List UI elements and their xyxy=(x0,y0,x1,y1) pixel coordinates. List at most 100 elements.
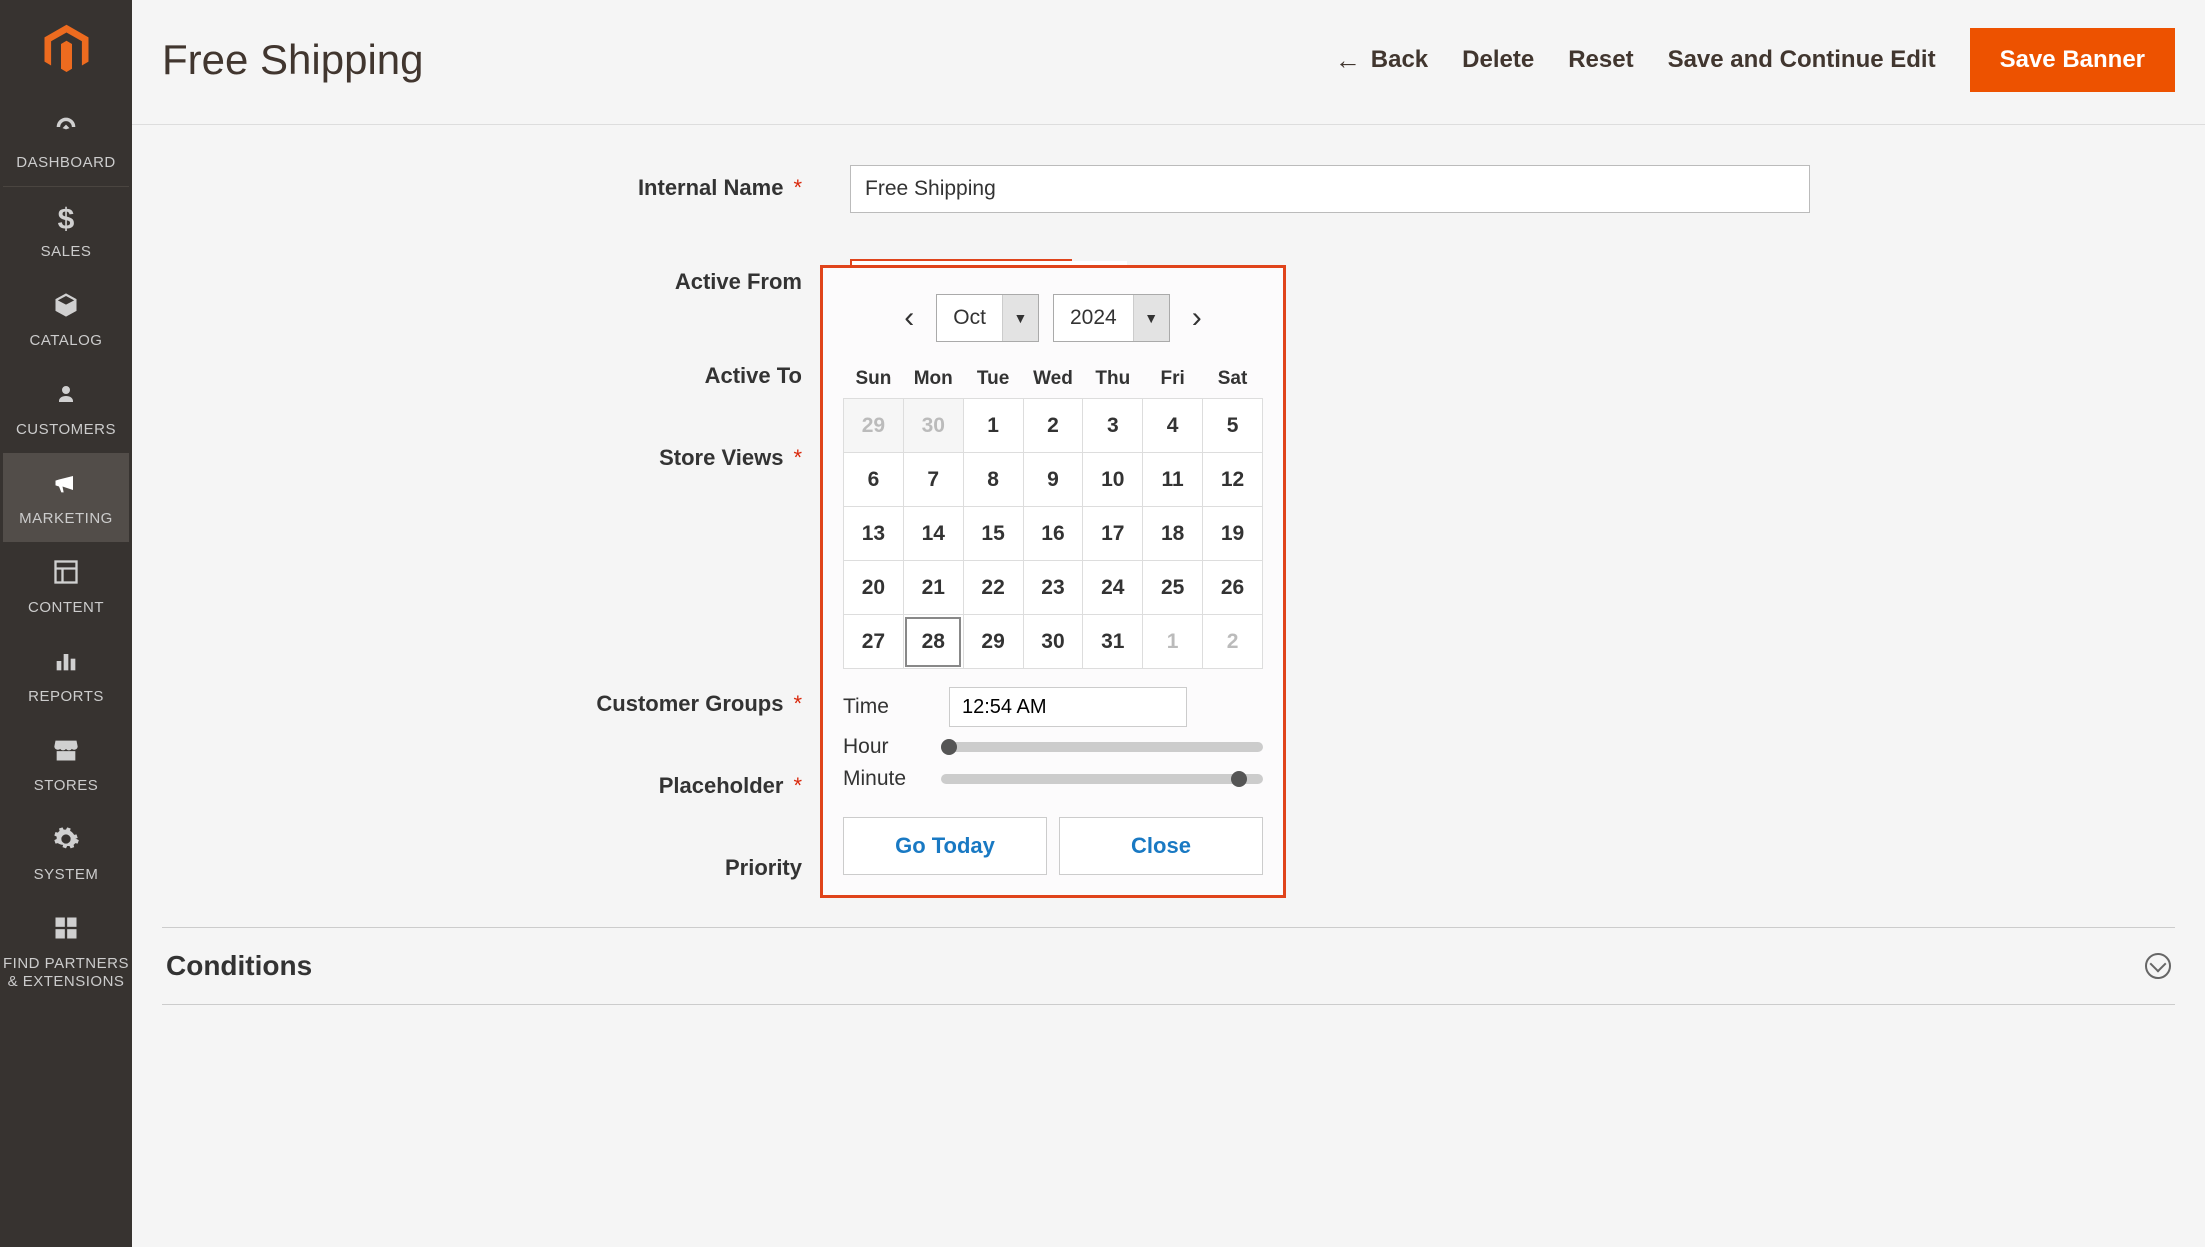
sidebar-item-layout[interactable]: CONTENT xyxy=(3,542,129,631)
main-content: Free Shipping ← Back Delete Reset Save a… xyxy=(132,0,2205,1247)
chevron-down-icon: ▼ xyxy=(1133,295,1169,341)
save-button[interactable]: Save Banner xyxy=(1970,28,2175,92)
admin-sidebar: DASHBOARD $ SALES CATALOG CUSTOMERS MARKETING… xyxy=(0,0,132,1247)
weekday-header: Wed xyxy=(1023,360,1083,399)
calendar-day[interactable]: 2 xyxy=(1203,615,1263,669)
internal-name-label: Internal Name* xyxy=(162,165,802,201)
conditions-section[interactable]: Conditions xyxy=(162,927,2175,1005)
month-select[interactable]: Oct ▼ xyxy=(936,294,1039,342)
calendar-day[interactable]: 26 xyxy=(1203,561,1263,615)
calendar-day[interactable]: 2 xyxy=(1023,399,1083,453)
sidebar-item-dollar[interactable]: $ SALES xyxy=(3,187,129,275)
gear-icon xyxy=(52,825,80,860)
box-icon xyxy=(52,291,80,326)
sidebar-item-store[interactable]: STORES xyxy=(3,720,129,809)
internal-name-input[interactable] xyxy=(850,165,1810,213)
calendar-day[interactable]: 4 xyxy=(1143,399,1203,453)
calendar-day[interactable]: 25 xyxy=(1143,561,1203,615)
sidebar-item-label: REPORTS xyxy=(28,688,104,706)
weekday-header: Tue xyxy=(963,360,1023,399)
go-today-button[interactable]: Go Today xyxy=(843,817,1047,875)
time-input[interactable] xyxy=(949,687,1187,727)
header-actions: ← Back Delete Reset Save and Continue Ed… xyxy=(1335,28,2175,92)
weekday-header: Sun xyxy=(844,360,904,399)
hour-label: Hour xyxy=(843,735,923,759)
calendar-day[interactable]: 22 xyxy=(963,561,1023,615)
sidebar-item-label: DASHBOARD xyxy=(16,154,116,172)
calendar-day[interactable]: 8 xyxy=(963,453,1023,507)
calendar-day[interactable]: 29 xyxy=(844,399,904,453)
page-header: Free Shipping ← Back Delete Reset Save a… xyxy=(132,0,2205,125)
weekday-header: Fri xyxy=(1143,360,1203,399)
sidebar-item-label: SALES xyxy=(41,243,92,261)
megaphone-icon xyxy=(52,469,80,504)
calendar-day[interactable]: 10 xyxy=(1083,453,1143,507)
form: Internal Name* Active From Active To xyxy=(132,125,2205,881)
calendar-day[interactable]: 31 xyxy=(1083,615,1143,669)
save-continue-button[interactable]: Save and Continue Edit xyxy=(1668,46,1936,74)
sidebar-item-person[interactable]: CUSTOMERS xyxy=(3,364,129,453)
reset-button[interactable]: Reset xyxy=(1568,46,1633,74)
calendar-day[interactable]: 24 xyxy=(1083,561,1143,615)
calendar-day[interactable]: 1 xyxy=(1143,615,1203,669)
sidebar-item-box[interactable]: CATALOG xyxy=(3,275,129,364)
magento-logo[interactable] xyxy=(39,22,94,77)
calendar-day[interactable]: 7 xyxy=(903,453,963,507)
calendar-day[interactable]: 30 xyxy=(1023,615,1083,669)
calendar-day[interactable]: 15 xyxy=(963,507,1023,561)
calendar-day[interactable]: 30 xyxy=(903,399,963,453)
sidebar-item-megaphone[interactable]: MARKETING xyxy=(3,453,129,542)
time-label: Time xyxy=(843,695,923,719)
calendar-day[interactable]: 17 xyxy=(1083,507,1143,561)
calendar-day[interactable]: 6 xyxy=(844,453,904,507)
dollar-icon: $ xyxy=(58,203,75,237)
year-select[interactable]: 2024 ▼ xyxy=(1053,294,1170,342)
calendar-day[interactable]: 20 xyxy=(844,561,904,615)
sidebar-item-label: MARKETING xyxy=(19,510,113,528)
calendar-grid: SunMonTueWedThuFriSat 293012345678910111… xyxy=(843,360,1263,669)
calendar-day[interactable]: 3 xyxy=(1083,399,1143,453)
calendar-day[interactable]: 12 xyxy=(1203,453,1263,507)
page-title: Free Shipping xyxy=(162,36,424,84)
calendar-day[interactable]: 21 xyxy=(903,561,963,615)
calendar-day[interactable]: 9 xyxy=(1023,453,1083,507)
prev-month-button[interactable]: ‹ xyxy=(896,301,922,335)
calendar-day[interactable]: 23 xyxy=(1023,561,1083,615)
calendar-day[interactable]: 5 xyxy=(1203,399,1263,453)
datepicker: ‹ Oct ▼ 2024 ▼ › SunMonTueWedThuFriSat 2… xyxy=(820,265,1286,898)
bars-icon xyxy=(52,647,80,682)
back-button[interactable]: ← Back xyxy=(1335,45,1428,76)
sidebar-item-dashboard[interactable]: DASHBOARD xyxy=(3,97,129,187)
calendar-day[interactable]: 28 xyxy=(903,615,963,669)
minute-slider[interactable] xyxy=(941,774,1263,784)
active-to-label: Active To xyxy=(162,353,802,389)
weekday-header: Thu xyxy=(1083,360,1143,399)
calendar-day[interactable]: 29 xyxy=(963,615,1023,669)
calendar-day[interactable]: 14 xyxy=(903,507,963,561)
calendar-day[interactable]: 11 xyxy=(1143,453,1203,507)
close-button[interactable]: Close xyxy=(1059,817,1263,875)
sidebar-item-gear[interactable]: SYSTEM xyxy=(3,809,129,898)
weekday-header: Mon xyxy=(903,360,963,399)
sidebar-item-label: CONTENT xyxy=(28,599,104,617)
calendar-day[interactable]: 1 xyxy=(963,399,1023,453)
calendar-day[interactable]: 16 xyxy=(1023,507,1083,561)
sidebar-item-label: CATALOG xyxy=(30,332,103,350)
hour-slider[interactable] xyxy=(941,742,1263,752)
sidebar-item-blocks[interactable]: FIND PARTNERS& EXTENSIONS xyxy=(3,898,129,1005)
next-month-button[interactable]: › xyxy=(1184,301,1210,335)
calendar-day[interactable]: 13 xyxy=(844,507,904,561)
sidebar-item-label: CUSTOMERS xyxy=(16,421,116,439)
delete-button[interactable]: Delete xyxy=(1462,46,1534,74)
calendar-day[interactable]: 18 xyxy=(1143,507,1203,561)
person-icon xyxy=(54,380,78,415)
sidebar-item-bars[interactable]: REPORTS xyxy=(3,631,129,720)
sidebar-item-label: FIND PARTNERS& EXTENSIONS xyxy=(3,955,129,991)
dashboard-icon xyxy=(52,113,80,148)
placeholder-label: Placeholder* xyxy=(162,763,802,799)
customer-groups-label: Customer Groups* xyxy=(162,681,802,717)
calendar-day[interactable]: 19 xyxy=(1203,507,1263,561)
weekday-header: Sat xyxy=(1203,360,1263,399)
calendar-day[interactable]: 27 xyxy=(844,615,904,669)
expand-icon[interactable] xyxy=(2145,953,2171,979)
